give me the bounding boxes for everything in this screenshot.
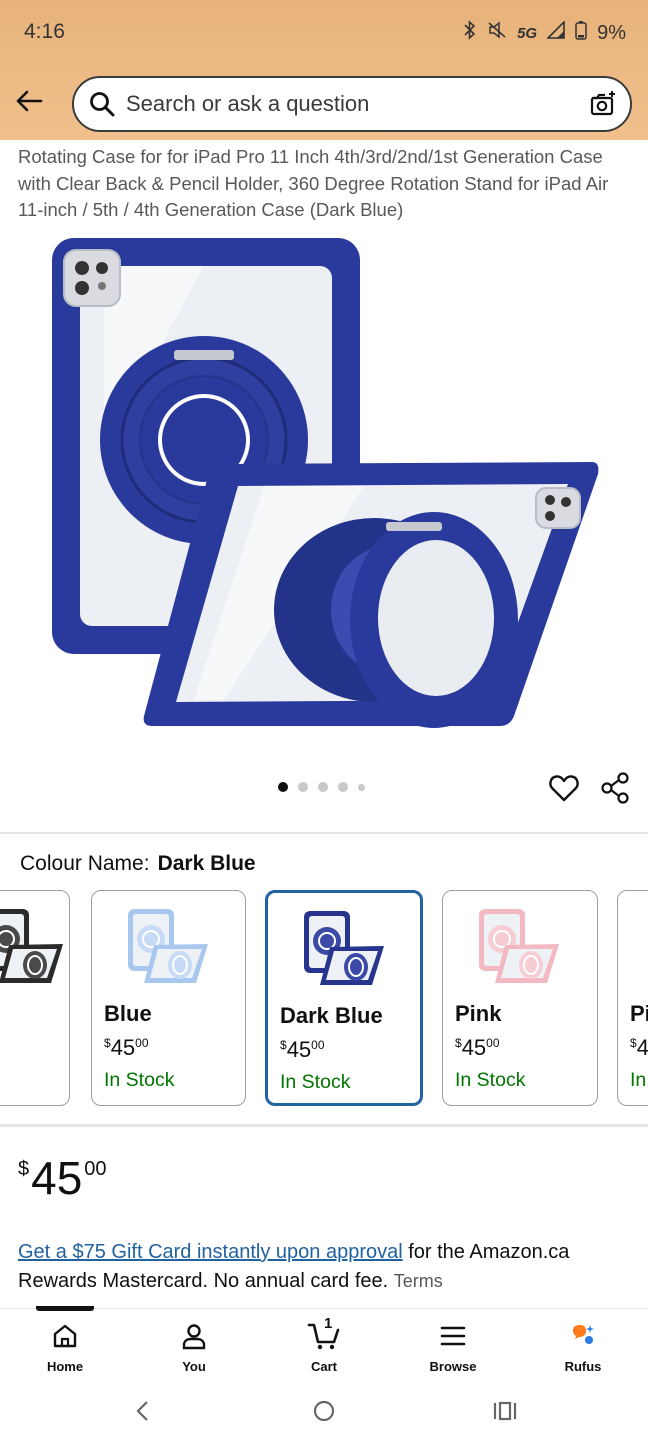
swatch-price: $4500 bbox=[280, 1037, 325, 1062]
share-icon bbox=[601, 772, 629, 804]
swatch-name: Dark Blue bbox=[280, 1003, 383, 1028]
search-bar[interactable]: Search or ask a question bbox=[72, 76, 632, 132]
carousel-dot[interactable] bbox=[358, 783, 365, 791]
swatch-thumbnail bbox=[471, 905, 567, 989]
swatch-stock-status: In Stock bbox=[280, 1071, 351, 1093]
signal-icon bbox=[546, 20, 565, 45]
nav-browse[interactable]: Browse bbox=[403, 1321, 503, 1377]
product-image[interactable] bbox=[44, 230, 604, 740]
bottom-navigation: Home You 1 Cart Browse Rufus bbox=[0, 1308, 648, 1380]
swatch-price: $4500 bbox=[455, 1035, 500, 1060]
swatch-thumbnail bbox=[0, 905, 69, 989]
nav-home[interactable]: Home bbox=[15, 1321, 115, 1377]
colour-swatch[interactable] bbox=[0, 890, 70, 1106]
network-type: 5G bbox=[517, 24, 538, 42]
price-currency: $ bbox=[18, 1158, 30, 1180]
menu-icon bbox=[440, 1326, 466, 1346]
cart-count-badge: 1 bbox=[324, 1315, 333, 1332]
wishlist-button[interactable] bbox=[548, 772, 580, 804]
swatch-thumbnail bbox=[120, 905, 216, 989]
share-button[interactable] bbox=[600, 772, 630, 804]
gift-card-offer-link[interactable]: Get a $75 Gift Card instantly upon appro… bbox=[18, 1241, 403, 1263]
nav-cart[interactable]: 1 Cart bbox=[274, 1315, 374, 1377]
battery-level: 9% bbox=[597, 21, 626, 44]
app-header: 4:16 5G 9% Search or ask a question bbox=[0, 0, 648, 140]
status-icons: 5G 9% bbox=[463, 20, 626, 46]
mute-icon bbox=[487, 21, 507, 45]
nav-label: Browse bbox=[429, 1359, 477, 1374]
nav-label: Home bbox=[46, 1359, 84, 1374]
carousel-dot[interactable] bbox=[278, 782, 288, 792]
system-recents-button[interactable] bbox=[490, 1398, 520, 1424]
search-icon bbox=[88, 90, 116, 118]
active-tab-indicator bbox=[36, 1306, 94, 1311]
swatch-price: $4500 bbox=[104, 1035, 149, 1060]
nav-you[interactable]: You bbox=[144, 1321, 244, 1377]
heart-icon bbox=[549, 775, 579, 802]
nav-label: Rufus bbox=[564, 1359, 602, 1374]
section-divider bbox=[0, 832, 648, 834]
colour-swatch-pink[interactable]: Pink $4500 In Stock bbox=[442, 890, 598, 1106]
status-time: 4:16 bbox=[24, 20, 65, 43]
nav-label: You bbox=[182, 1359, 206, 1374]
carousel-dot[interactable] bbox=[318, 782, 328, 792]
colour-swatch-list[interactable]: Blue $4500 In Stock Dark Blue $4500 In S… bbox=[0, 890, 648, 1108]
battery-icon bbox=[575, 20, 587, 46]
recents-icon bbox=[493, 1401, 517, 1421]
search-input[interactable]: Search or ask a question bbox=[126, 91, 588, 117]
bluetooth-icon bbox=[463, 20, 477, 46]
status-bar: 4:16 5G 9% bbox=[0, 0, 648, 64]
nav-rufus[interactable]: Rufus bbox=[533, 1321, 633, 1377]
home-icon bbox=[53, 1324, 77, 1348]
image-carousel-dots[interactable] bbox=[278, 782, 365, 792]
swatch-price: $4 bbox=[630, 1035, 648, 1060]
back-arrow-icon bbox=[16, 90, 43, 112]
swatch-stock-status: In Stock bbox=[104, 1069, 175, 1091]
terms-link[interactable]: Terms bbox=[394, 1271, 443, 1291]
back-button[interactable] bbox=[14, 86, 44, 116]
swatch-name: Pi bbox=[630, 1001, 648, 1026]
swatch-name: Blue bbox=[104, 1001, 152, 1026]
system-home-button[interactable] bbox=[309, 1398, 339, 1424]
colour-swatch-dark-blue[interactable]: Dark Blue $4500 In Stock bbox=[265, 890, 423, 1106]
price-whole: 45 bbox=[31, 1152, 83, 1204]
colour-selector-header: Colour Name: Dark Blue bbox=[20, 852, 256, 876]
system-navigation-bar bbox=[0, 1380, 648, 1440]
swatch-stock-status: In bbox=[630, 1069, 647, 1091]
nav-label: Cart bbox=[310, 1359, 337, 1374]
carousel-dot[interactable] bbox=[338, 782, 348, 792]
person-icon bbox=[182, 1324, 206, 1350]
price-fraction: 00 bbox=[84, 1158, 107, 1180]
chevron-left-icon bbox=[136, 1401, 148, 1421]
swatch-thumbnail bbox=[296, 907, 392, 991]
swatch-stock-status: In Stock bbox=[455, 1069, 526, 1091]
product-price: $ 45 00 bbox=[18, 1150, 107, 1206]
product-title: Rotating Case for for iPad Pro 11 Inch 4… bbox=[18, 146, 609, 220]
system-back-button[interactable] bbox=[128, 1398, 158, 1424]
circle-icon bbox=[313, 1400, 335, 1422]
credit-card-promo: Get a $75 Gift Card instantly upon appro… bbox=[18, 1238, 638, 1296]
carousel-dot[interactable] bbox=[298, 782, 308, 792]
colour-swatch[interactable]: Pi $4 In bbox=[617, 890, 648, 1106]
colour-label: Colour Name: bbox=[20, 852, 150, 875]
camera-search-icon[interactable] bbox=[588, 89, 618, 119]
rufus-icon bbox=[573, 1325, 594, 1344]
colour-selected-value: Dark Blue bbox=[157, 852, 256, 875]
colour-swatch-blue[interactable]: Blue $4500 In Stock bbox=[91, 890, 246, 1106]
swatch-name: Pink bbox=[455, 1001, 502, 1026]
section-divider bbox=[0, 1124, 648, 1127]
